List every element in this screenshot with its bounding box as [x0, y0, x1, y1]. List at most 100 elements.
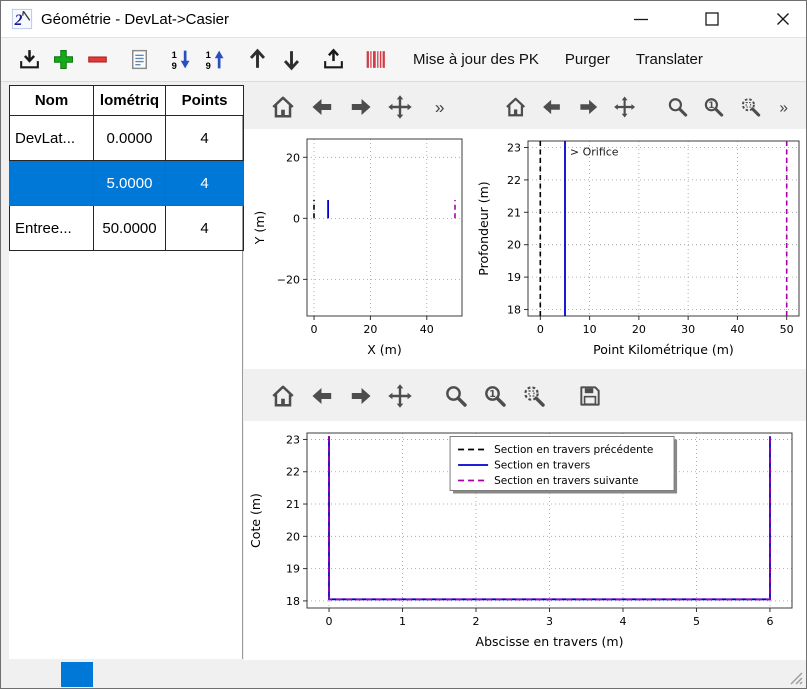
zoom-one-icon[interactable]: 1 — [482, 383, 508, 409]
svg-text:−20: −20 — [277, 273, 300, 286]
back-icon[interactable] — [540, 94, 563, 120]
sections-panel: NomlométriqPoints DevLat...0.000045.0000… — [9, 85, 243, 659]
cell-pk[interactable]: 0.0000 — [94, 116, 166, 161]
cell-points[interactable]: 4 — [166, 161, 244, 206]
plan-view-panel: » 02040−20020X (m)Y (m) — [244, 85, 466, 369]
maximize-button[interactable] — [689, 1, 735, 37]
column-header-lométriq[interactable]: lométriq — [94, 86, 166, 116]
sort-desc-icon[interactable]: 19 — [169, 47, 194, 72]
cell-nom[interactable]: DevLat... — [10, 116, 94, 161]
back-icon[interactable] — [309, 94, 335, 120]
svg-text:0: 0 — [293, 212, 300, 225]
title-bar[interactable]: 2 Géométrie - DevLat->Casier — [1, 1, 806, 37]
sort-asc-icon[interactable]: 19 — [203, 47, 228, 72]
move-down-icon[interactable] — [279, 47, 304, 72]
svg-text:»: » — [779, 99, 788, 116]
svg-text:20: 20 — [286, 151, 300, 164]
toolbar-action-translater[interactable]: Translater — [623, 42, 716, 77]
overflow-icon[interactable]: » — [775, 94, 798, 120]
home-icon[interactable] — [270, 94, 296, 120]
cell-points[interactable]: 4 — [166, 206, 244, 251]
move-up-icon[interactable] — [245, 47, 270, 72]
cell-nom[interactable] — [10, 161, 94, 206]
svg-text:30: 30 — [681, 323, 695, 336]
cross-section-chart[interactable]: 0123456181920212223Abscisse en travers (… — [244, 421, 807, 661]
main-toolbar-actions: Mise à jour des PKPurgerTranslater — [400, 42, 716, 77]
forward-icon[interactable] — [348, 94, 374, 120]
table-body: DevLat...0.000045.00004Entree...50.00004 — [10, 116, 244, 251]
svg-text:2: 2 — [473, 615, 480, 628]
svg-text:1: 1 — [399, 615, 406, 628]
cell-points[interactable]: 4 — [166, 116, 244, 161]
cell-nom[interactable]: Entree... — [10, 206, 94, 251]
window-controls — [593, 1, 806, 37]
svg-text:1: 1 — [206, 50, 211, 60]
sections-table: NomlométriqPoints DevLat...0.000045.0000… — [9, 85, 244, 251]
pan-icon[interactable] — [387, 94, 413, 120]
pan-icon[interactable] — [387, 383, 413, 409]
svg-text:22: 22 — [286, 466, 300, 479]
svg-text:40: 40 — [730, 323, 744, 336]
paste-icon[interactable] — [127, 47, 152, 72]
close-button[interactable] — [760, 1, 806, 37]
svg-text:Cote (m): Cote (m) — [248, 493, 263, 548]
svg-text:40: 40 — [420, 323, 434, 336]
overflow-icon[interactable]: » — [430, 94, 456, 120]
table-row[interactable]: Entree...50.00004 — [10, 206, 244, 251]
app-window: 2 Géométrie - DevLat->Casier 1919 Mise à… — [0, 0, 807, 689]
svg-text:18: 18 — [507, 304, 521, 317]
forward-icon[interactable] — [577, 94, 600, 120]
svg-text:0: 0 — [311, 323, 318, 336]
home-icon[interactable] — [504, 94, 527, 120]
column-header-nom[interactable]: Nom — [10, 86, 94, 116]
minimize-button[interactable] — [618, 1, 664, 37]
resize-grip[interactable] — [789, 671, 804, 686]
toolbar-action-mise-jour-des-pk[interactable]: Mise à jour des PK — [400, 42, 552, 77]
svg-text:5: 5 — [693, 615, 700, 628]
add-icon[interactable] — [51, 47, 76, 72]
svg-text:X (m): X (m) — [367, 342, 401, 357]
status-bar — [1, 660, 806, 688]
svg-text:Section en travers: Section en travers — [494, 460, 590, 472]
svg-text:Section en travers suivante: Section en travers suivante — [494, 475, 638, 487]
toolbar-action-purger[interactable]: Purger — [552, 42, 623, 77]
table-row[interactable]: DevLat...0.00004 — [10, 116, 244, 161]
app-icon: 2 — [11, 8, 33, 30]
export-icon[interactable] — [321, 47, 346, 72]
import-icon[interactable] — [17, 47, 42, 72]
table-row[interactable]: 5.00004 — [10, 161, 244, 206]
plan-plot-toolbar: » — [244, 85, 466, 129]
zoom-rect-icon[interactable] — [521, 383, 547, 409]
svg-text:0: 0 — [537, 323, 544, 336]
svg-text:»: » — [435, 97, 445, 117]
back-icon[interactable] — [309, 383, 335, 409]
home-icon[interactable] — [270, 383, 296, 409]
pan-icon[interactable] — [613, 94, 636, 120]
svg-text:18: 18 — [286, 595, 300, 608]
svg-text:1: 1 — [172, 50, 177, 60]
plan-chart[interactable]: 02040−20020X (m)Y (m) — [244, 129, 466, 369]
cell-pk[interactable]: 5.0000 — [94, 161, 166, 206]
cell-pk[interactable]: 50.0000 — [94, 206, 166, 251]
profile-chart[interactable]: 01020304050181920212223Point Kilométriqu… — [466, 129, 807, 369]
barcode-icon[interactable] — [363, 47, 388, 72]
column-header-points[interactable]: Points — [166, 86, 244, 116]
svg-text:1: 1 — [489, 389, 496, 400]
save-icon[interactable] — [577, 383, 603, 409]
svg-text:20: 20 — [507, 239, 521, 252]
zoom-icon[interactable] — [443, 383, 469, 409]
svg-text:23: 23 — [286, 433, 300, 446]
zoom-rect-icon[interactable] — [739, 94, 762, 120]
svg-text:21: 21 — [507, 206, 521, 219]
zoom-icon[interactable] — [666, 94, 689, 120]
svg-text:9: 9 — [206, 61, 211, 71]
svg-text:3: 3 — [546, 615, 553, 628]
plots-area: » 02040−20020X (m)Y (m) 1» 0102030405018… — [244, 82, 806, 659]
remove-icon[interactable] — [85, 47, 110, 72]
svg-text:9: 9 — [172, 61, 177, 71]
zoom-one-icon[interactable]: 1 — [702, 94, 725, 120]
svg-text:Point Kilométrique (m): Point Kilométrique (m) — [593, 342, 734, 357]
forward-icon[interactable] — [348, 383, 374, 409]
svg-text:Y (m): Y (m) — [252, 211, 267, 246]
svg-text:50: 50 — [780, 323, 794, 336]
